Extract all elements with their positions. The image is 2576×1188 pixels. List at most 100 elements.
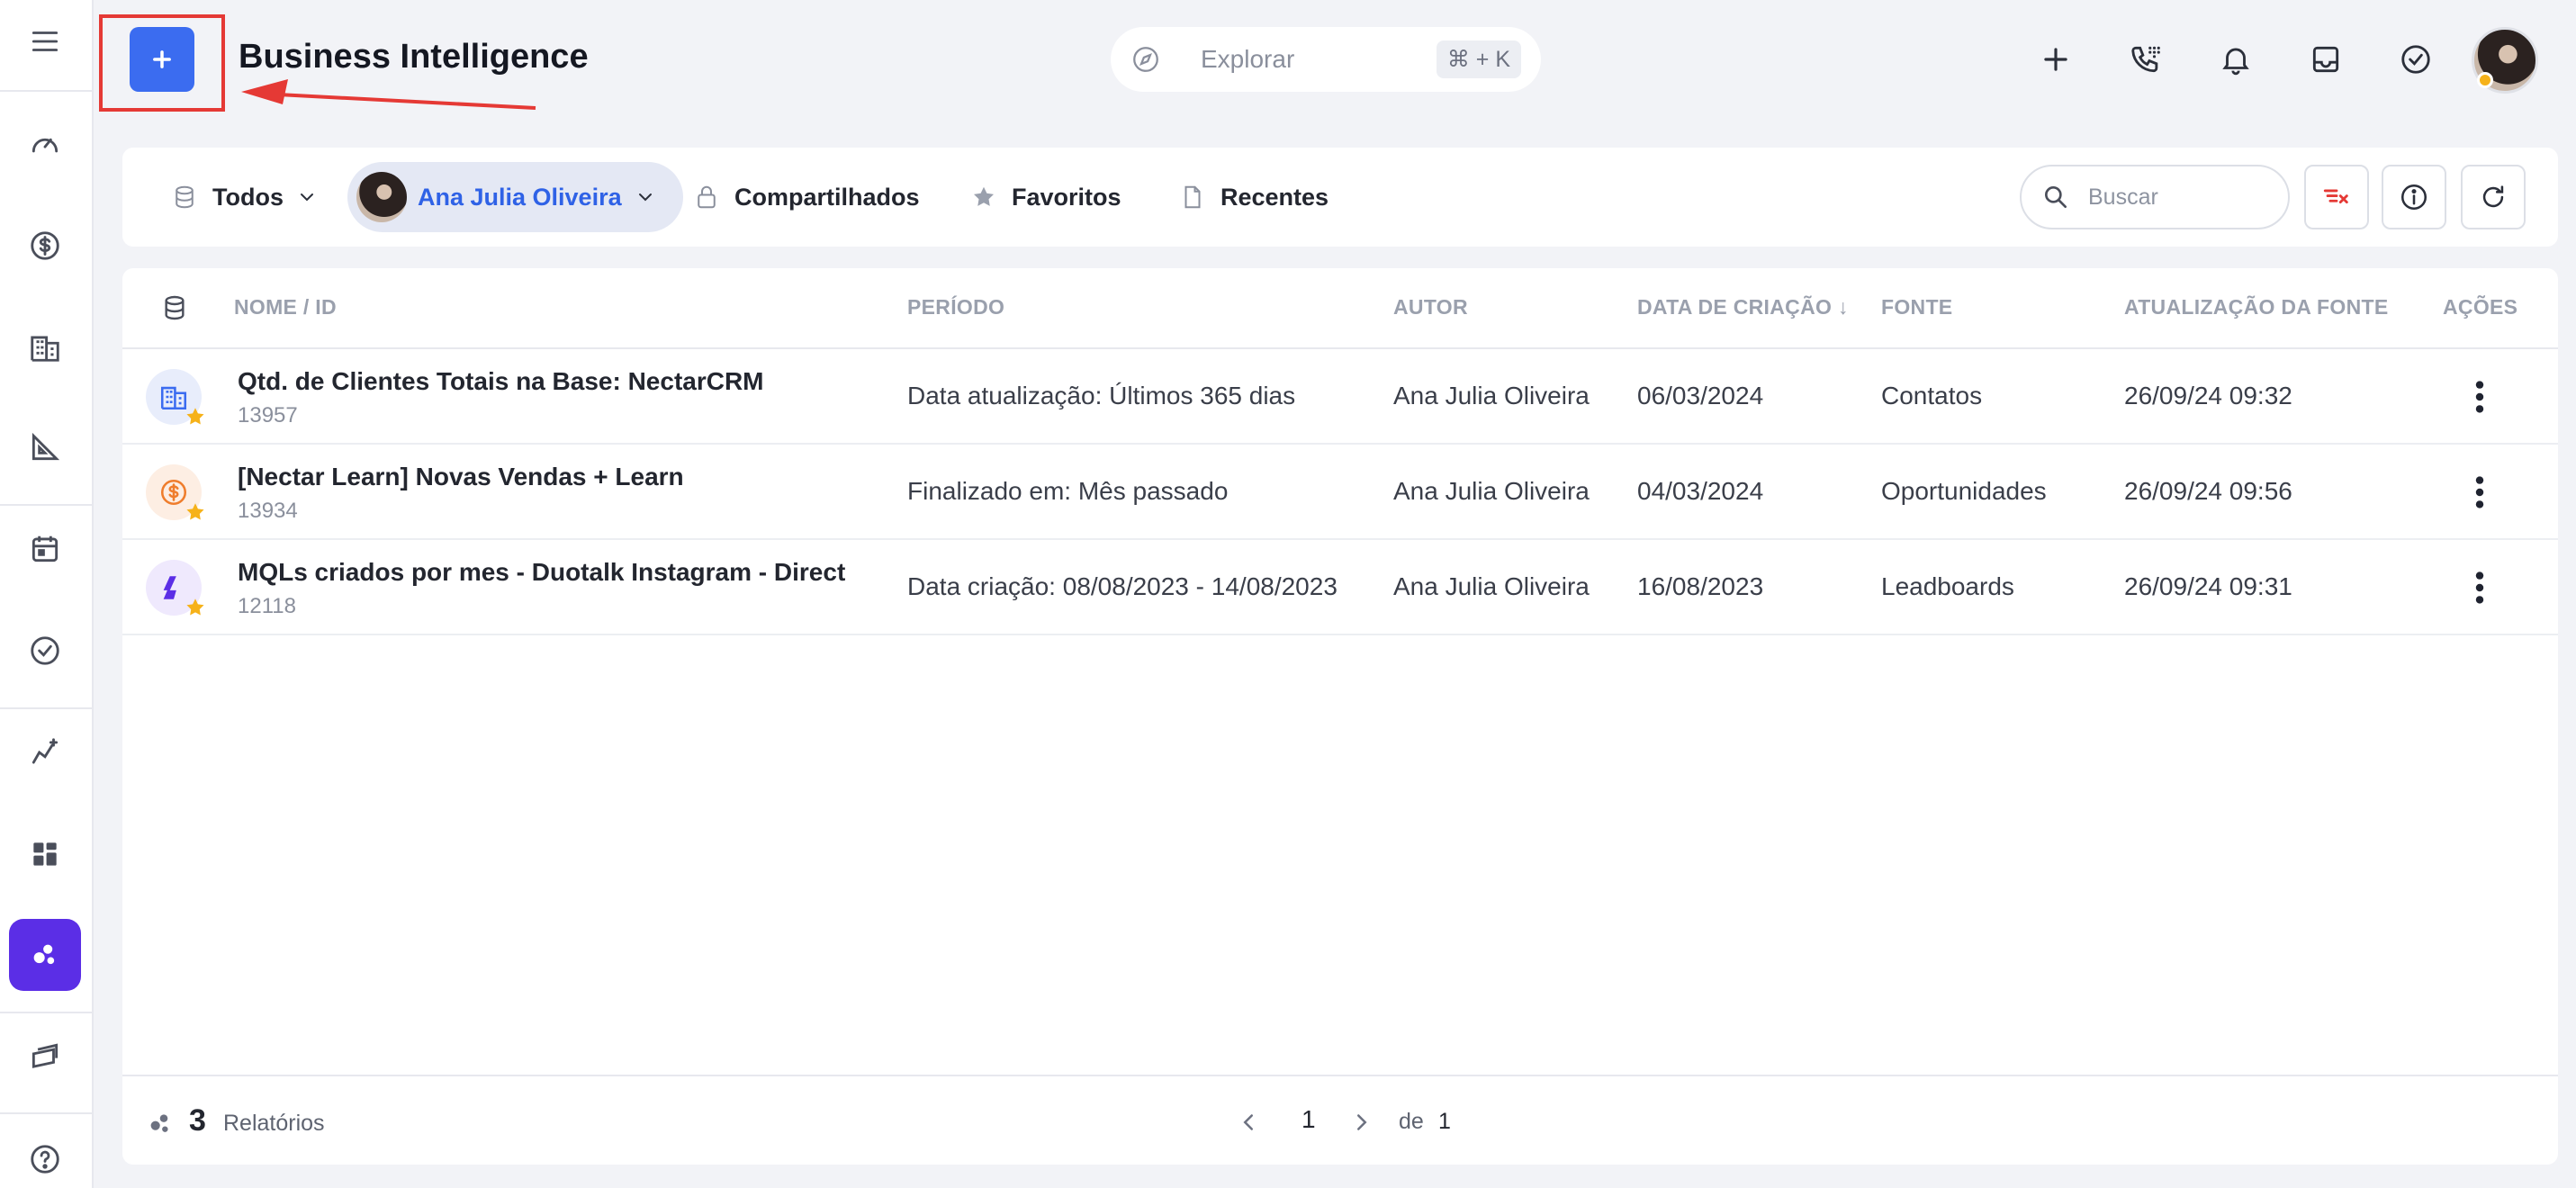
column-author[interactable]: AUTOR <box>1393 295 1468 320</box>
report-period: Data criação: 08/08/2023 - 14/08/2023 <box>907 572 1338 600</box>
phone-dialpad-icon <box>2131 46 2160 73</box>
report-name[interactable]: MQLs criados por mes - Duotalk Instagram… <box>238 558 845 587</box>
tasks-button[interactable] <box>2392 36 2439 83</box>
tab-favorites[interactable]: Favoritos <box>970 162 1121 232</box>
database-icon <box>176 185 194 209</box>
table-row[interactable]: [Nectar Learn] Novas Vendas + Learn 1393… <box>122 445 2558 540</box>
menu-button[interactable] <box>9 5 81 77</box>
database-icon <box>160 293 189 328</box>
report-name[interactable]: [Nectar Learn] Novas Vendas + Learn <box>238 463 684 491</box>
search-icon <box>2045 186 2067 208</box>
table-footer: 3 Relatórios 1 de 1 <box>122 1075 2558 1165</box>
annotation-arrow-icon <box>241 79 536 110</box>
column-name[interactable]: NOME / ID <box>234 295 337 320</box>
column-period[interactable]: PERÍODO <box>907 295 1004 320</box>
report-author: Ana Julia Oliveira <box>1393 382 1590 410</box>
refresh-button[interactable] <box>2461 165 2526 230</box>
status-dot <box>2477 72 2493 88</box>
check-circle-icon <box>31 636 59 665</box>
column-actions: AÇÕES <box>2443 295 2518 319</box>
more-actions-icon[interactable] <box>2466 376 2493 418</box>
reports-table: NOME / ID PERÍODO AUTOR DATA DE CRIAÇÃO … <box>122 268 2558 1165</box>
info-icon <box>2400 184 2427 211</box>
sidebar-item-analytics[interactable] <box>9 716 81 788</box>
building-icon <box>31 336 59 362</box>
explore-search-bar[interactable]: Explorar ⌘ + K <box>1111 27 1541 92</box>
report-period: Finalizado em: Mês passado <box>907 477 1229 505</box>
stacked-cards-icon <box>32 1043 59 1068</box>
report-count-label: Relatórios <box>223 1111 325 1136</box>
filter-all-dropdown[interactable]: Todos <box>171 162 318 232</box>
phone-dialer-button[interactable] <box>2122 36 2169 83</box>
tab-shared-label: Compartilhados <box>734 183 920 211</box>
filter-user-dropdown[interactable]: Ana Julia Oliveira <box>347 162 683 232</box>
add-button[interactable] <box>2032 36 2079 83</box>
report-created: 04/03/2024 <box>1637 477 1764 505</box>
search-input[interactable] <box>2088 184 2259 211</box>
current-page[interactable]: 1 <box>1302 1105 1316 1134</box>
notifications-button[interactable] <box>2212 36 2259 83</box>
report-source: Contatos <box>1881 382 1983 410</box>
table-row[interactable]: Qtd. de Clientes Totais na Base: NectarC… <box>122 349 2558 445</box>
page-of-label: de <box>1399 1109 1424 1134</box>
report-id: 13934 <box>238 499 298 523</box>
more-actions-icon[interactable] <box>2466 472 2493 513</box>
inbox-icon <box>2312 46 2339 73</box>
report-source: Oportunidades <box>1881 477 2047 505</box>
calendar-icon <box>32 536 59 562</box>
compass-icon <box>1133 47 1158 72</box>
sidebar-item-tasks[interactable] <box>9 615 81 687</box>
more-actions-icon[interactable] <box>2466 567 2493 608</box>
bi-bubbles-icon <box>150 1114 168 1132</box>
chevron-left-icon[interactable] <box>1235 1109 1262 1136</box>
report-author: Ana Julia Oliveira <box>1393 572 1590 600</box>
sidebar-item-help[interactable] <box>9 1123 81 1188</box>
refresh-icon <box>2482 185 2504 208</box>
bell-icon <box>2222 48 2249 76</box>
report-author: Ana Julia Oliveira <box>1393 477 1590 505</box>
sidebar-item-sales[interactable] <box>9 210 81 282</box>
clear-filter-icon <box>2323 189 2348 204</box>
column-created[interactable]: DATA DE CRIAÇÃO ↓ <box>1637 295 1849 320</box>
sidebar-item-business-intelligence[interactable] <box>9 919 81 991</box>
report-created: 06/03/2024 <box>1637 382 1764 410</box>
column-source[interactable]: FONTE <box>1881 295 1952 320</box>
explore-placeholder: Explorar <box>1201 45 1295 73</box>
sidebar-item-dashboard[interactable] <box>9 108 81 180</box>
sidebar <box>0 0 94 1188</box>
info-button[interactable] <box>2382 165 2446 230</box>
document-icon <box>1184 185 1201 209</box>
bi-bubbles-icon <box>33 944 55 965</box>
report-period: Data atualização: Últimos 365 dias <box>907 382 1296 410</box>
favorite-star-icon[interactable] <box>184 405 207 428</box>
clear-filters-button[interactable] <box>2304 165 2369 230</box>
favorite-star-icon[interactable] <box>184 596 207 619</box>
lock-icon <box>698 185 716 209</box>
widgets-icon <box>33 842 57 866</box>
filter-all-label: Todos <box>212 183 284 211</box>
sidebar-item-reports[interactable] <box>9 411 81 483</box>
tab-recent[interactable]: Recentes <box>1179 162 1329 232</box>
inbox-button[interactable] <box>2302 36 2349 83</box>
help-circle-icon <box>31 1145 59 1174</box>
star-icon <box>974 186 994 206</box>
tab-recent-label: Recentes <box>1220 183 1329 211</box>
report-source-updated: 26/09/24 09:32 <box>2124 382 2292 410</box>
chevron-right-icon[interactable] <box>1348 1109 1375 1136</box>
favorite-star-icon[interactable] <box>184 500 207 524</box>
report-name[interactable]: Qtd. de Clientes Totais na Base: NectarC… <box>238 367 764 396</box>
tab-favorites-label: Favoritos <box>1012 183 1121 211</box>
report-source: Leadboards <box>1881 572 2014 600</box>
dollar-circle-icon <box>31 231 59 260</box>
total-pages: 1 <box>1438 1109 1451 1134</box>
search-field[interactable] <box>2020 165 2290 230</box>
column-source-updated[interactable]: ATUALIZAÇÃO DA FONTE <box>2124 295 2388 320</box>
sidebar-item-calendar[interactable] <box>9 513 81 585</box>
table-row[interactable]: MQLs criados por mes - Duotalk Instagram… <box>122 540 2558 635</box>
tab-shared[interactable]: Compartilhados <box>693 162 920 232</box>
sidebar-item-companies[interactable] <box>9 311 81 383</box>
report-created: 16/08/2023 <box>1637 572 1764 600</box>
sidebar-item-campaigns[interactable] <box>9 1021 81 1093</box>
hamburger-icon <box>32 32 59 51</box>
sidebar-item-dashboards[interactable] <box>9 818 81 890</box>
